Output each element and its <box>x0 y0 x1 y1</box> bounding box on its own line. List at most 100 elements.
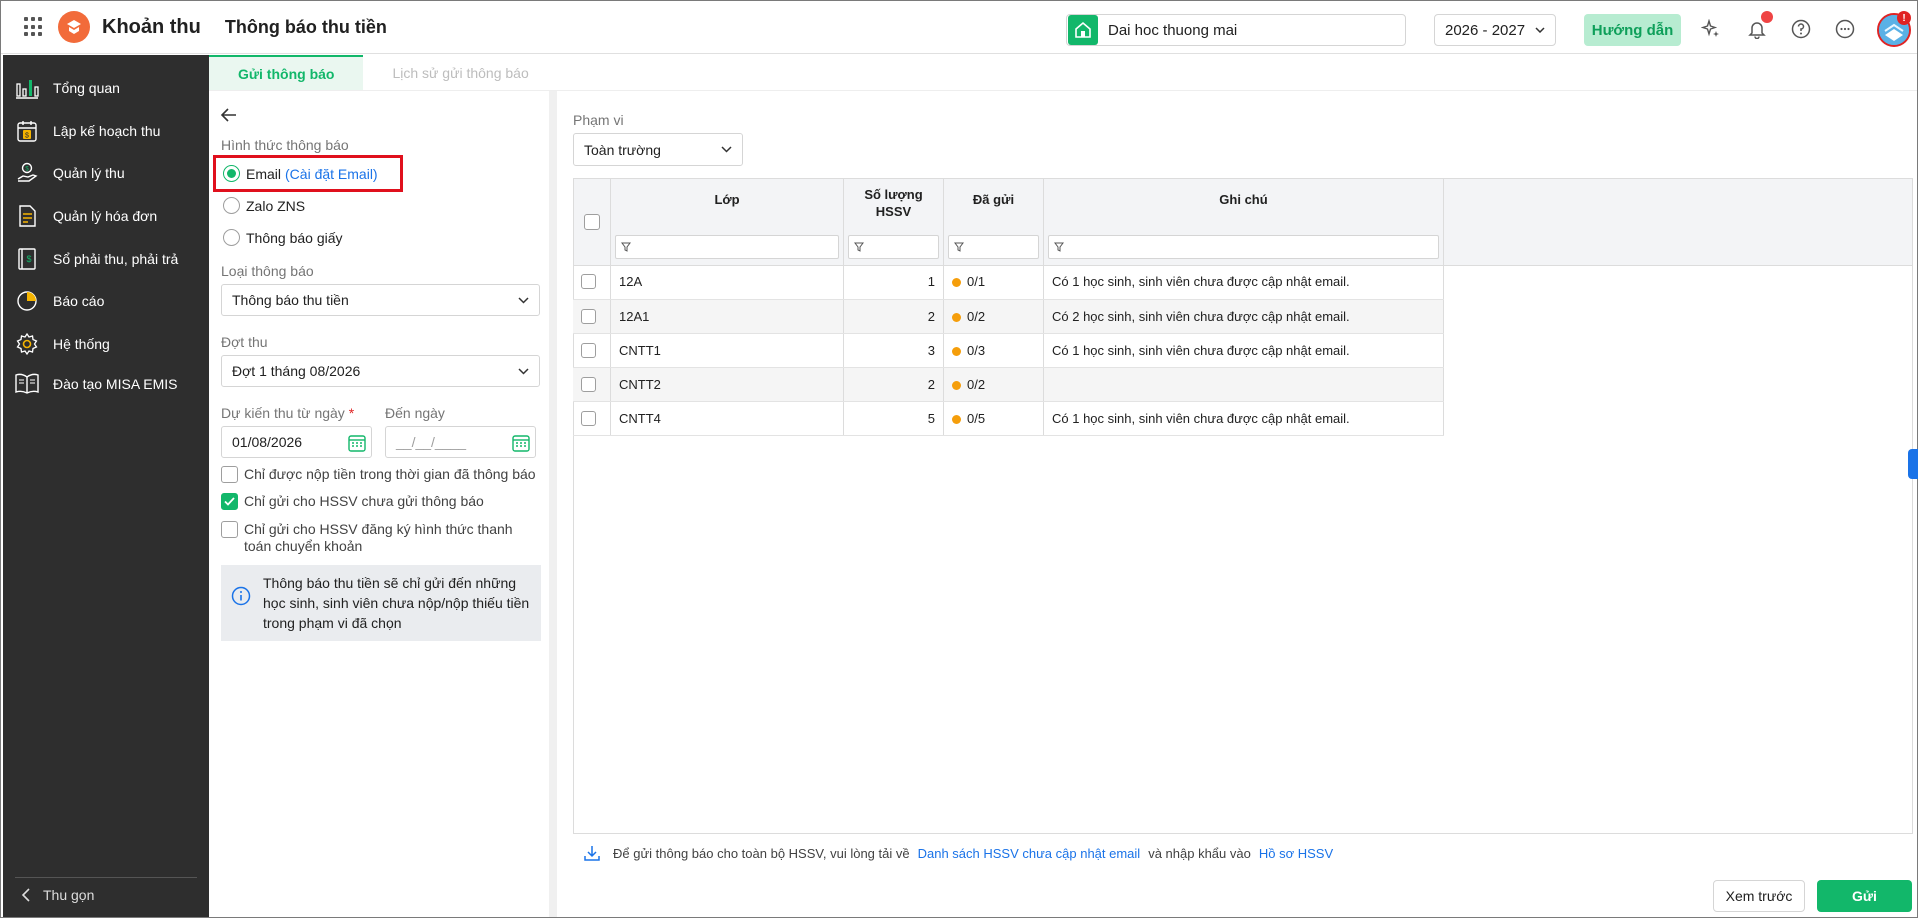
option-paid-in-time[interactable]: Chỉ được nộp tiền trong thời gian đã thô… <box>221 466 541 483</box>
calendar-dollar-icon: $ <box>13 117 41 145</box>
collapse-label: Thu gọn <box>43 887 95 903</box>
row-checkbox[interactable] <box>581 410 596 426</box>
help-icon[interactable] <box>1789 17 1813 41</box>
sidebar-item-reports[interactable]: Báo cáo <box>13 281 203 321</box>
row-checkbox-cell <box>573 367 611 402</box>
note-cell: Có 1 học sinh, sinh viên chưa được cập n… <box>1043 265 1444 300</box>
missing-email-list-link[interactable]: Danh sách HSSV chưa cập nhật email <box>918 846 1141 861</box>
count-filter-input[interactable] <box>848 235 939 259</box>
chevron-down-icon <box>721 146 732 153</box>
select-all-checkbox[interactable] <box>583 213 600 230</box>
school-selector[interactable]: Dai hoc thuong mai <box>1066 14 1406 46</box>
pie-chart-icon <box>13 287 41 315</box>
sidebar-item-training[interactable]: Đào tạo MISA EMIS <box>13 364 203 404</box>
notification-type-select[interactable]: Thông báo thu tiền <box>221 284 540 316</box>
class-cell: CNTT4 <box>610 401 844 436</box>
row-checkbox[interactable] <box>581 274 596 290</box>
filter-icon <box>1054 242 1064 252</box>
scope-select[interactable]: Toàn trường <box>573 133 743 166</box>
chevron-down-icon <box>1535 27 1545 33</box>
from-date-label: Dự kiến thu từ ngày * <box>221 405 354 421</box>
row-checkbox[interactable] <box>581 376 596 392</box>
sent-filter-input[interactable] <box>948 235 1039 259</box>
more-options-icon[interactable] <box>1833 17 1857 41</box>
sidebar-item-label: Quản lý thu <box>53 165 125 181</box>
note-cell: Có 1 học sinh, sinh viên chưa được cập n… <box>1043 333 1444 368</box>
sidebar-item-ledger[interactable]: $ Sổ phải thu, phải trả <box>13 239 203 279</box>
table-row[interactable]: CNTT1 3 0/3 Có 1 học sinh, sinh viên chư… <box>573 333 1444 368</box>
paid-in-time-checkbox[interactable] <box>221 466 238 483</box>
to-date-input[interactable]: __/__/____ <box>385 426 536 458</box>
count-cell: 5 <box>843 401 944 436</box>
note-cell: Có 2 học sinh, sinh viên chưa được cập n… <box>1043 299 1444 334</box>
header-note-label: Ghi chú <box>1219 192 1268 207</box>
download-icon[interactable] <box>583 844 601 862</box>
status-dot <box>952 346 961 356</box>
preview-button[interactable]: Xem trước <box>1713 880 1805 912</box>
app-launcher-icon[interactable] <box>24 17 44 37</box>
zalo-radio[interactable] <box>223 197 240 214</box>
email-settings-link[interactable]: (Cài đặt Email) <box>285 166 378 182</box>
app-logo <box>58 11 90 43</box>
send-button[interactable]: Gửi <box>1817 880 1912 912</box>
sent-value: 0/2 <box>967 376 986 392</box>
sent-value: 0/1 <box>967 274 986 290</box>
method-option-zalo[interactable]: Zalo ZNS <box>223 197 305 214</box>
calendar-icon[interactable] <box>347 433 367 453</box>
ledger-icon: $ <box>13 245 41 273</box>
row-checkbox[interactable] <box>581 308 596 324</box>
header-class-label: Lớp <box>714 192 740 207</box>
sidebar-item-label: Quản lý hóa đơn <box>53 208 158 224</box>
school-year-value: 2026 - 2027 <box>1445 21 1526 39</box>
table-row[interactable]: 12A 1 0/1 Có 1 học sinh, sinh viên chưa … <box>573 265 1444 300</box>
school-name: Dai hoc thuong mai <box>1108 21 1238 39</box>
back-arrow-icon[interactable] <box>219 105 239 125</box>
student-records-link[interactable]: Hồ sơ HSSV <box>1259 846 1333 861</box>
class-filter-input[interactable] <box>615 235 839 259</box>
tab-send-history[interactable]: Lịch sử gửi thông báo <box>363 55 557 91</box>
class-cell: CNTT2 <box>610 367 844 402</box>
school-year-select[interactable]: 2026 - 2027 <box>1434 14 1556 46</box>
sidebar-item-system[interactable]: Hệ thống <box>13 324 203 364</box>
option-transfer-only[interactable]: Chỉ gửi cho HSSV đăng ký hình thức thanh… <box>221 521 541 555</box>
tab-bar: Gửi thông báo Lịch sử gửi thông báo <box>209 55 558 91</box>
row-checkbox[interactable] <box>581 342 596 358</box>
paper-radio[interactable] <box>223 229 240 246</box>
sidebar-item-plan[interactable]: $ Lập kế hoạch thu <box>13 111 203 151</box>
status-dot <box>952 380 961 390</box>
sidebar-item-overview[interactable]: Tổng quan <box>13 68 203 108</box>
note-filter-input[interactable] <box>1048 235 1439 259</box>
method-option-email[interactable]: Email (Cài đặt Email) <box>223 165 378 182</box>
sidebar-item-collection[interactable]: $ Quản lý thu <box>13 153 203 193</box>
chevron-down-icon <box>518 296 529 304</box>
calendar-icon[interactable] <box>511 433 531 453</box>
option-not-sent-only[interactable]: Chỉ gửi cho HSSV chưa gửi thông báo <box>221 493 541 510</box>
gear-icon <box>13 330 41 358</box>
guide-button[interactable]: Hướng dẫn <box>1584 14 1681 46</box>
sparkle-icon[interactable] <box>1699 17 1723 41</box>
email-radio[interactable] <box>223 165 240 182</box>
check-icon <box>224 497 235 506</box>
side-panel-toggle[interactable] <box>1908 449 1918 479</box>
method-option-paper[interactable]: Thông báo giấy <box>223 229 343 246</box>
sidebar-item-invoices[interactable]: Quản lý hóa đơn <box>13 196 203 236</box>
table-row[interactable]: CNTT2 2 0/2 <box>573 367 1444 402</box>
sidebar-item-label: Tổng quan <box>53 80 120 96</box>
sidebar-item-label: Đào tạo MISA EMIS <box>53 376 178 392</box>
not-sent-only-checkbox[interactable] <box>221 493 238 510</box>
sent-cell: 0/2 <box>943 367 1044 402</box>
table-row[interactable]: 12A1 2 0/2 Có 2 học sinh, sinh viên chưa… <box>573 299 1444 334</box>
sidebar-collapse-button[interactable]: Thu gọn <box>21 887 94 903</box>
tab-send-notification[interactable]: Gửi thông báo <box>209 55 364 91</box>
transfer-only-checkbox[interactable] <box>221 521 238 538</box>
table-row[interactable]: CNTT4 5 0/5 Có 1 học sinh, sinh viên chư… <box>573 401 1444 436</box>
svg-text:$: $ <box>26 254 31 264</box>
notification-badge <box>1761 11 1773 23</box>
method-label: Hình thức thông báo <box>221 137 349 153</box>
from-date-input[interactable]: 01/08/2026 <box>221 426 372 458</box>
app-name: Khoản thu <box>102 15 201 38</box>
paid-in-time-label: Chỉ được nộp tiền trong thời gian đã thô… <box>244 466 536 482</box>
collection-period-select[interactable]: Đợt 1 tháng 08/2026 <box>221 355 540 387</box>
filter-icon <box>954 242 964 252</box>
sidebar-item-label: Sổ phải thu, phải trả <box>53 251 179 267</box>
